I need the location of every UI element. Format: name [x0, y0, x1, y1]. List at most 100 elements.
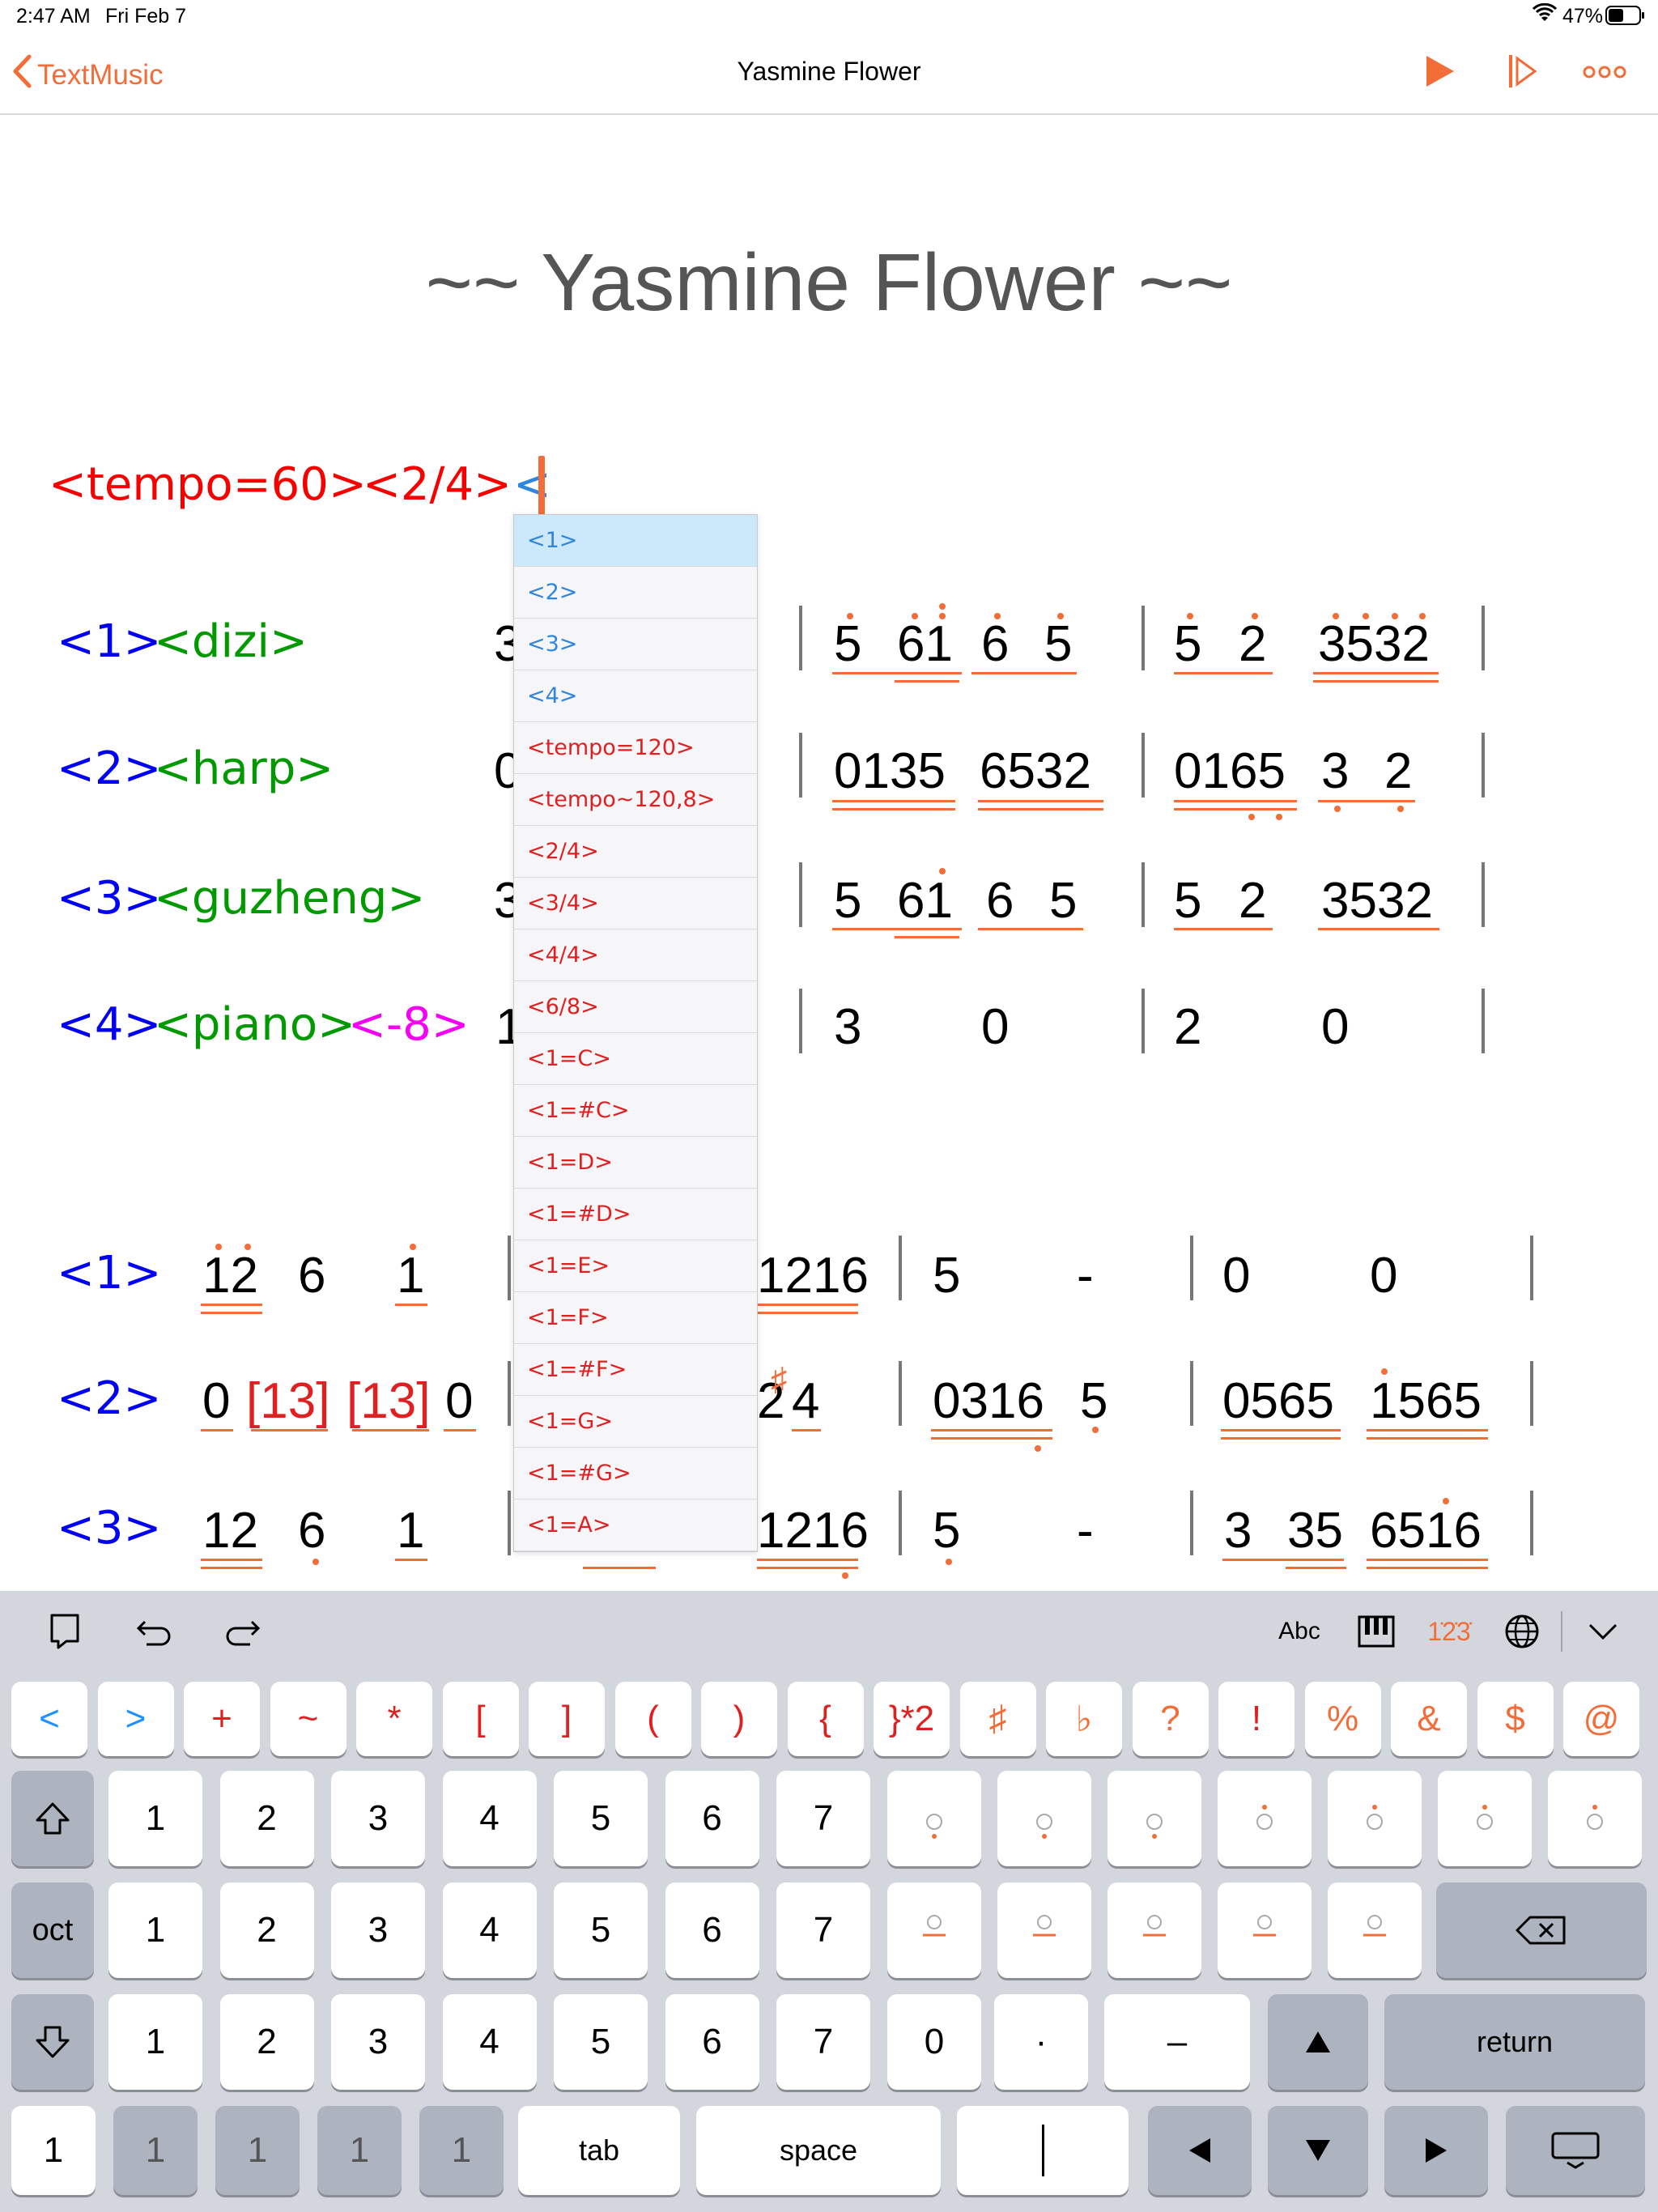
- dash-key[interactable]: –: [1104, 1994, 1250, 2090]
- autocomplete-item[interactable]: <1=C>: [514, 1033, 757, 1085]
- symbol-key[interactable]: ♭: [1046, 1682, 1122, 1756]
- duration-subdivision-key[interactable]: 1: [317, 2106, 402, 2195]
- note-key-mid[interactable]: 1: [108, 1882, 202, 1978]
- score-editor[interactable]: ~~ Yasmine Flower ~~ <tempo=60> <2/4> <: [0, 115, 1658, 1591]
- duration-1-key[interactable]: 1: [11, 2106, 96, 2195]
- cursor-key[interactable]: [957, 2106, 1129, 2195]
- symbol-key[interactable]: !: [1218, 1682, 1295, 1756]
- tab-key[interactable]: tab: [518, 2106, 680, 2195]
- symbol-key[interactable]: %: [1304, 1682, 1381, 1756]
- shift-up-key[interactable]: [11, 1771, 94, 1866]
- symbol-key[interactable]: (: [614, 1682, 691, 1756]
- note-key-high[interactable]: 4: [442, 1771, 537, 1866]
- symbol-key[interactable]: ~: [270, 1682, 346, 1756]
- note-key-mid[interactable]: 3: [331, 1882, 425, 1978]
- note-key-mid[interactable]: 7: [776, 1882, 870, 1978]
- note-key-low[interactable]: 3: [331, 1994, 425, 2090]
- note-key-high[interactable]: 3: [331, 1771, 425, 1866]
- note-key-low[interactable]: 4: [442, 1994, 537, 2090]
- autocomplete-item[interactable]: <1>: [514, 515, 757, 567]
- play-icon[interactable]: [1423, 53, 1456, 93]
- duration-modifier-key[interactable]: [1328, 1882, 1422, 1978]
- autocomplete-item[interactable]: <1=D>: [514, 1137, 757, 1189]
- symbol-key[interactable]: [: [442, 1682, 519, 1756]
- note-key-high[interactable]: 1: [108, 1771, 202, 1866]
- autocomplete-item[interactable]: <1=#D>: [514, 1189, 757, 1240]
- arrow-up-key[interactable]: [1268, 1994, 1368, 2090]
- autocomplete-item[interactable]: <2/4>: [514, 826, 757, 878]
- dismiss-keyboard-key[interactable]: [1506, 2106, 1645, 2195]
- chevron-down-icon[interactable]: [1579, 1591, 1627, 1672]
- symbol-key[interactable]: +: [184, 1682, 260, 1756]
- symbol-key[interactable]: @: [1563, 1682, 1639, 1756]
- arrow-left-key[interactable]: [1148, 2106, 1252, 2195]
- autocomplete-item[interactable]: <1=A>: [514, 1499, 757, 1551]
- globe-icon[interactable]: [1498, 1591, 1546, 1672]
- backspace-key[interactable]: [1436, 1882, 1647, 1978]
- duration-modifier-key[interactable]: [1218, 1882, 1312, 1978]
- note-key-mid[interactable]: 2: [219, 1882, 314, 1978]
- symbol-key[interactable]: $: [1477, 1682, 1554, 1756]
- duration-subdivision-key[interactable]: 1: [215, 2106, 300, 2195]
- octave-modifier-key[interactable]: [997, 1771, 1091, 1866]
- octave-modifier-key[interactable]: [1218, 1771, 1312, 1866]
- clipboard-icon[interactable]: [40, 1591, 89, 1672]
- undo-icon[interactable]: [130, 1591, 178, 1672]
- duration-modifier-key[interactable]: [1107, 1882, 1201, 1978]
- note-key-low[interactable]: 1: [108, 1994, 202, 2090]
- symbol-key[interactable]: <: [11, 1682, 87, 1756]
- note-key-low[interactable]: 6: [665, 1994, 759, 2090]
- autocomplete-item[interactable]: <1=#F>: [514, 1344, 757, 1396]
- return-key[interactable]: return: [1384, 1994, 1645, 2090]
- note-key-low[interactable]: 2: [219, 1994, 314, 2090]
- autocomplete-item[interactable]: <3/4>: [514, 878, 757, 929]
- shift-down-key[interactable]: [11, 1994, 94, 2090]
- octave-modifier-key[interactable]: [887, 1771, 981, 1866]
- autocomplete-item[interactable]: <4/4>: [514, 929, 757, 981]
- duration-modifier-key[interactable]: [887, 1882, 981, 1978]
- octave-modifier-key[interactable]: [1107, 1771, 1201, 1866]
- symbol-key[interactable]: ?: [1132, 1682, 1209, 1756]
- autocomplete-item[interactable]: <3>: [514, 619, 757, 670]
- space-key[interactable]: space: [696, 2106, 941, 2195]
- duration-subdivision-key[interactable]: 1: [113, 2106, 198, 2195]
- oct-key[interactable]: oct: [11, 1882, 94, 1978]
- octave-modifier-key[interactable]: [1328, 1771, 1422, 1866]
- symbol-key[interactable]: {: [787, 1682, 864, 1756]
- octave-modifier-key[interactable]: [1438, 1771, 1532, 1866]
- note-key-low[interactable]: 7: [776, 1994, 870, 2090]
- autocomplete-item[interactable]: <1=G>: [514, 1396, 757, 1448]
- symbol-key[interactable]: }*2: [874, 1682, 950, 1756]
- duration-subdivision-key[interactable]: 1: [419, 2106, 504, 2195]
- dot-key[interactable]: ·: [994, 1994, 1088, 2090]
- symbol-key[interactable]: ): [701, 1682, 777, 1756]
- rest-key[interactable]: 0: [887, 1994, 981, 2090]
- abc-mode-button[interactable]: Abc: [1271, 1591, 1328, 1672]
- play-step-icon[interactable]: [1506, 52, 1538, 95]
- arrow-right-key[interactable]: [1384, 2106, 1488, 2195]
- autocomplete-item[interactable]: <tempo~120,8>: [514, 774, 757, 826]
- note-key-high[interactable]: 2: [219, 1771, 314, 1866]
- redo-icon[interactable]: [219, 1591, 267, 1672]
- autocomplete-item[interactable]: <tempo=120>: [514, 722, 757, 774]
- note-key-high[interactable]: 6: [665, 1771, 759, 1866]
- duration-modifier-key[interactable]: [997, 1882, 1091, 1978]
- arrow-down-key[interactable]: [1268, 2106, 1368, 2195]
- autocomplete-item[interactable]: <1=#G>: [514, 1448, 757, 1499]
- note-key-high[interactable]: 5: [554, 1771, 648, 1866]
- symbol-key[interactable]: >: [97, 1682, 174, 1756]
- autocomplete-item[interactable]: <1=E>: [514, 1240, 757, 1292]
- autocomplete-item[interactable]: <2>: [514, 567, 757, 619]
- autocomplete-item[interactable]: <4>: [514, 670, 757, 722]
- note-key-mid[interactable]: 5: [554, 1882, 648, 1978]
- symbol-key[interactable]: *: [356, 1682, 432, 1756]
- note-key-low[interactable]: 5: [554, 1994, 648, 2090]
- octave-modifier-key[interactable]: [1548, 1771, 1642, 1866]
- numbered-notation-button[interactable]: 1̇2̇3̇: [1421, 1591, 1477, 1672]
- symbol-key[interactable]: &: [1391, 1682, 1467, 1756]
- more-icon[interactable]: [1583, 65, 1626, 83]
- note-key-mid[interactable]: 4: [442, 1882, 537, 1978]
- autocomplete-item[interactable]: <6/8>: [514, 981, 757, 1033]
- autocomplete-item[interactable]: <1=#C>: [514, 1085, 757, 1137]
- symbol-key[interactable]: ♯: [959, 1682, 1036, 1756]
